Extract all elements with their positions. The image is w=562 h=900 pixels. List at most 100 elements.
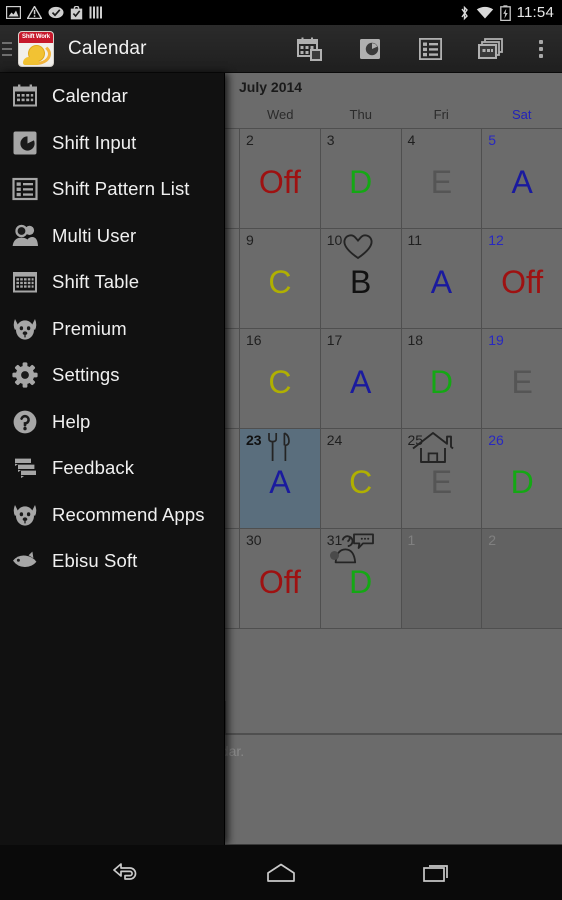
recents-button[interactable] [409,853,465,893]
cutlery-icon[interactable] [264,431,294,468]
calendar-day-cell[interactable]: 1 [401,529,483,628]
day-number: 26 [488,432,504,448]
drawer-item-label: Settings [52,364,120,386]
clipboard-check-icon [70,5,83,19]
calendar-week-lead-cell[interactable] [225,229,240,328]
calendar-week-lead-cell[interactable] [225,529,240,628]
drawer-item-label: Feedback [52,457,135,479]
day-number: 18 [407,332,424,348]
calendar-day-cell[interactable]: 25 E [401,429,483,528]
calendar-day-cell[interactable]: 19 E [482,329,562,428]
dog-icon [10,500,40,530]
app-logo-icon[interactable]: Shift Work [18,30,54,67]
shift-input-button[interactable] [340,25,400,73]
heart-icon[interactable] [341,231,375,266]
status-bar-left-icons [0,5,103,20]
drawer-item-label: Calendar [52,85,128,107]
fish-icon [10,546,40,576]
day-number: 9 [246,232,254,248]
drawer-item-label: Shift Input [52,131,137,153]
shift-label: A [511,164,533,200]
multi-card-button[interactable] [460,25,520,73]
shift-label: D [510,464,534,500]
calendar-day-cell[interactable]: 2 Off [240,129,321,228]
shift-label: E [430,164,453,200]
calendar-day-cell[interactable]: 23 A [240,429,321,528]
question-circle-icon [10,407,40,437]
drawer-item-ebisu-soft[interactable]: Ebisu Soft [0,538,224,585]
overflow-menu-button[interactable] [520,25,562,73]
pattern-list-button[interactable] [400,25,460,73]
calendar-view-button[interactable] [280,25,340,73]
back-button[interactable] [97,853,153,893]
calendar-week-row: 2 Off 3 D 4 E 5 A [225,129,562,229]
day-number: 11 [407,232,423,248]
action-bar-actions [280,25,562,73]
calendar-day-cell[interactable]: 11 A [401,229,483,328]
shift-label: D [429,364,453,400]
calendar-day-cell[interactable]: 12 Off [482,229,562,328]
dog-icon [10,314,40,344]
calendar-week-lead-cell[interactable] [225,129,240,228]
calendar-day-cell[interactable]: 18 D [401,329,483,428]
drawer-item-multi-user[interactable]: Multi User [0,213,224,260]
calendar-week-row: 30 Off 31 D 1 2 [225,529,562,629]
calendar-day-cell[interactable]: 5A [482,129,562,228]
app-logo-body [23,56,39,65]
shift-label: A [349,364,372,400]
event-dot-icon [329,551,339,560]
calendar-week-lead-cell[interactable] [225,329,240,428]
shift-label: A [269,464,291,500]
list-view-icon [418,37,442,60]
check-circle-icon [48,6,64,19]
calendar-day-cell[interactable]: 26 D [482,429,562,528]
drawer-item-shift-pattern-list[interactable]: Shift Pattern List [0,166,224,213]
drawer-item-feedback[interactable]: Feedback [0,445,224,492]
drawer-item-shift-input[interactable]: Shift Input [0,120,224,167]
navigation-drawer: Calendar Shift Input Shift Pattern List … [0,73,225,845]
clock-shift-icon [10,128,40,158]
drawer-item-shift-table[interactable]: Shift Table [0,259,224,306]
drawer-item-premium[interactable]: Premium [0,306,224,353]
calendar-day-cell[interactable]: 31 D [320,529,402,628]
gear-icon [10,360,40,390]
shift-label: E [511,364,533,400]
shift-label: E [430,464,453,500]
shift-label: Off [258,564,301,600]
calendar-day-cell[interactable]: 2 [482,529,562,628]
home-button[interactable] [253,853,309,893]
calendar-day-cell[interactable]: 16 C [240,329,321,428]
calendar-day-cell[interactable]: 24 C [320,429,402,528]
bluetooth-icon [460,5,468,20]
calendar-day-cell[interactable]: 4E [401,129,483,228]
shift-label: C [268,364,292,400]
drawer-item-settings[interactable]: Settings [0,352,224,399]
drawer-handle[interactable] [0,25,14,73]
shift-label: Off [258,164,301,200]
day-number: 4 [407,132,416,148]
action-bar: Shift Work Calendar [0,25,562,73]
day-header-fri: Fri [433,107,449,122]
drawer-item-help[interactable]: Help [0,399,224,446]
drawer-item-calendar[interactable]: Calendar [0,73,224,120]
day-number: 2 [246,132,254,148]
overflow-menu-icon [539,39,543,44]
drawer-item-recommend-apps[interactable]: Recommend Apps [0,492,224,539]
day-number: 17 [326,332,343,348]
clock-shift-icon [360,38,380,59]
calendar-day-cell[interactable]: 10 B [320,229,402,328]
drawer-item-label: Multi User [52,224,137,246]
calendar-day-cell[interactable]: 30 Off [240,529,321,628]
day-number: 3 [326,132,335,148]
status-bar-right-icons: 11:54 [459,4,562,21]
app-logo-badge-label: Shift Work [19,31,53,43]
calendar-week-lead-cell[interactable] [225,429,240,528]
calendar-day-cell[interactable]: 3D [320,129,402,228]
home-icon [267,863,295,882]
calendar-panel: July 2014 Wed Thu Fri Sat 2 Off 3 D 4 E 5 A 9 C 10… [225,73,562,629]
calendar-day-cell[interactable]: 17 A [320,329,402,428]
day-header-sat: Sat [511,107,532,122]
drawer-item-label: Shift Pattern List [52,178,190,200]
calendar-day-cell[interactable]: 9C [240,229,321,328]
screen: 11:54 Shift Work Calendar July 2014 Wed … [0,0,562,900]
